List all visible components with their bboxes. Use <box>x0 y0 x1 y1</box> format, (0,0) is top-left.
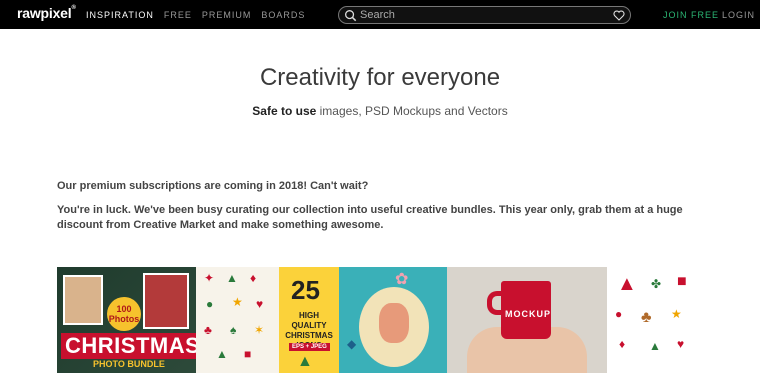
logo-registered-mark: ® <box>71 5 76 11</box>
ornament-icon: ● <box>615 307 623 321</box>
holly-icon: ✤ <box>651 277 662 291</box>
nav-item-premium[interactable]: PREMIUM <box>202 10 252 20</box>
christmas-pattern-tile: ✦ ▲ ♦ ● ★ ♥ ♣ ♠ ✶ ▲ ■ <box>196 267 279 373</box>
stocking-icon: ♦ <box>619 337 626 351</box>
ornament-icon: ✶ <box>254 323 265 337</box>
logo-text: rawpixel <box>17 5 72 21</box>
icon-count: 25 <box>291 275 320 305</box>
bird-icon: ◆ <box>347 337 357 351</box>
hero-subtitle-rest: images, PSD Mockups and Vectors <box>316 104 508 118</box>
reindeer-illustration-tile: ✿ ◆ <box>339 267 447 373</box>
stocking-icon: ♦ <box>250 271 257 285</box>
formats-badge: EPS + JPEG <box>289 343 330 351</box>
gingerbread-icon: ♣ <box>641 309 652 326</box>
login-link[interactable]: LOGIN <box>722 10 755 20</box>
search-input[interactable] <box>360 8 610 22</box>
bundle-banner[interactable]: 100 Photos CHRISTMAS PHOTO BUNDLE ✦ ▲ ♦ … <box>57 267 703 373</box>
gift-icon: ■ <box>244 347 252 361</box>
nav-item-inspiration[interactable]: INSPIRATION <box>86 10 154 20</box>
photo-thumb <box>63 275 103 325</box>
hero-subtitle: Safe to use images, PSD Mockups and Vect… <box>0 104 760 118</box>
tree-icon: ▲ <box>297 353 313 370</box>
tree-icon: ▲ <box>649 339 661 353</box>
christmas-clipart-tile: ▲ ✤ ■ ● ♣ ★ ♦ ▲ ♥ <box>607 267 703 373</box>
body-text: You're in luck. We've been busy curating… <box>57 204 683 231</box>
reindeer-face <box>379 303 409 343</box>
gift-icon: ♥ <box>677 337 685 351</box>
mug-mockup-tile: MOCKUP <box>447 267 607 373</box>
rawpixel-logo[interactable]: rawpixel® <box>17 5 76 21</box>
search-icon[interactable] <box>344 9 357 22</box>
announcement-text: Our premium subscriptions are coming in … <box>57 180 369 192</box>
hero-subtitle-bold: Safe to use <box>252 104 317 118</box>
photo-thumb <box>143 273 189 329</box>
bell-icon: ♣ <box>204 323 212 337</box>
star-icon: ★ <box>232 295 243 309</box>
santa-hat-icon: ▲ <box>617 273 637 295</box>
gift-icon: ✦ <box>204 271 215 285</box>
christmas-icons-tile: 25 HIGH QUALITY CHRISTMAS ICONS EPS + JP… <box>279 267 339 373</box>
nav-item-boards[interactable]: BOARDS <box>261 10 305 20</box>
photo-count-badge: 100 Photos <box>107 297 141 331</box>
tree-icon: ▲ <box>216 347 228 361</box>
main-nav: INSPIRATION FREE PREMIUM BOARDS <box>86 10 305 20</box>
wreath-icon: ● <box>206 297 214 311</box>
antler-decoration: ✿ <box>395 271 409 288</box>
search-bar <box>338 6 631 24</box>
christmas-title: CHRISTMAS <box>61 333 196 359</box>
mockup-label: MOCKUP <box>505 309 551 319</box>
candy-cane-icon: ♥ <box>256 297 264 311</box>
tree-icon: ▲ <box>226 271 238 285</box>
holly-icon: ♠ <box>230 323 237 337</box>
join-free-link[interactable]: JOIN FREE <box>663 10 719 20</box>
photo-bundle-label: PHOTO BUNDLE <box>93 359 165 369</box>
heart-icon[interactable] <box>613 10 625 21</box>
sweater-icon: ■ <box>677 273 687 290</box>
christmas-photo-bundle-tile: 100 Photos CHRISTMAS PHOTO BUNDLE <box>57 267 196 373</box>
nav-item-free[interactable]: FREE <box>164 10 192 20</box>
star-icon: ★ <box>671 307 682 321</box>
page-title: Creativity for everyone <box>259 64 501 91</box>
top-navbar: rawpixel® INSPIRATION FREE PREMIUM BOARD… <box>0 0 760 29</box>
